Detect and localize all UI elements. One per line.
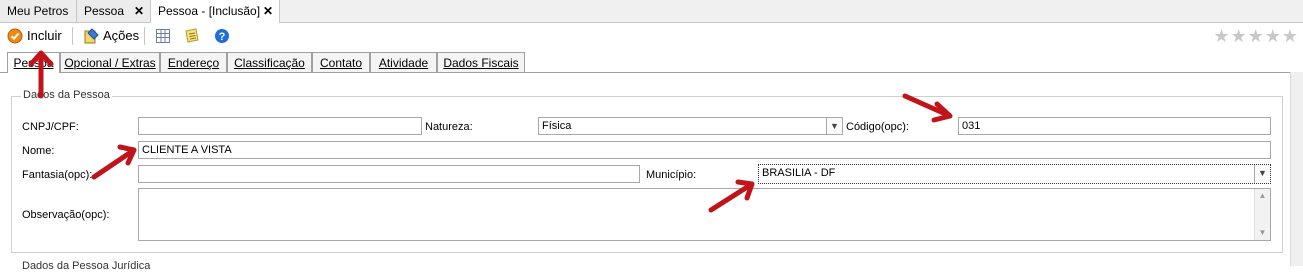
include-button[interactable]: Incluir xyxy=(7,26,62,46)
cnpj-field[interactable] xyxy=(138,117,422,135)
tab-atividade[interactable]: Atividade xyxy=(370,52,437,72)
scroll-up-icon[interactable]: ▲ xyxy=(1255,189,1270,203)
tab-endereco[interactable]: Endereço xyxy=(160,52,227,72)
next-group-title: Dados da Pessoa Jurídica xyxy=(22,260,151,272)
observacao-field[interactable]: ▲ ▼ xyxy=(138,188,1271,241)
svg-text:?: ? xyxy=(219,31,226,43)
document-tab-bar: Meu Petros Pessoa ✕ Pessoa - [Inclusão] … xyxy=(0,0,1303,23)
actions-button[interactable]: Ações xyxy=(83,26,139,46)
fantasia-label: Fantasia(opc): xyxy=(22,169,93,181)
natureza-select[interactable]: Física ▼ xyxy=(538,117,843,135)
municipio-label: Município: xyxy=(646,169,697,181)
close-icon[interactable]: ✕ xyxy=(134,0,144,22)
tab-label: Dados Fiscais xyxy=(443,56,519,70)
tab-pessoa[interactable]: Pessoa xyxy=(7,52,60,73)
doc-tab-pessoa-inclusao[interactable]: Pessoa - [Inclusão] ✕ xyxy=(151,0,280,23)
help-icon[interactable]: ? xyxy=(214,28,230,44)
actions-label: Ações xyxy=(103,28,140,43)
page-scrollbar[interactable] xyxy=(1290,72,1303,266)
scroll-down-icon[interactable]: ▼ xyxy=(1255,226,1270,240)
tab-classificacao[interactable]: Classificação xyxy=(227,52,312,72)
tab-label: Classificação xyxy=(234,56,305,70)
tab-label: Pessoa xyxy=(13,56,54,70)
include-label: Incluir xyxy=(27,28,62,43)
tab-label: Endereço xyxy=(167,56,220,70)
grid-icon[interactable] xyxy=(155,28,171,44)
nome-label: Nome: xyxy=(22,145,55,157)
cnpj-label: CNPJ/CPF: xyxy=(22,121,79,133)
municipio-select[interactable]: BRASILIA - DF ▼ xyxy=(758,164,1271,184)
codigo-label: Código(opc): xyxy=(846,121,909,133)
tab-label: Opcional / Extras xyxy=(64,56,156,70)
doc-tab-meu-petros[interactable]: Meu Petros xyxy=(0,0,77,22)
toolbar: Incluir Ações ? ★★★★★ xyxy=(0,23,1303,49)
municipio-value: BRASILIA - DF xyxy=(762,167,836,179)
observacao-label: Observação(opc): xyxy=(22,209,110,221)
nome-field[interactable]: CLIENTE A VISTA xyxy=(138,141,1271,159)
actions-wand-icon xyxy=(83,28,99,44)
tab-label: Atividade xyxy=(378,56,429,70)
group-title: Dados da Pessoa xyxy=(21,89,112,101)
tab-opcional-extras[interactable]: Opcional / Extras xyxy=(60,52,160,72)
natureza-value: Física xyxy=(542,120,572,132)
tab-dados-fiscais[interactable]: Dados Fiscais xyxy=(437,52,525,72)
doc-tab-label: Pessoa - [Inclusão] xyxy=(158,4,261,18)
toolbar-separator xyxy=(72,27,73,45)
form-tab-bar: Pessoa Opcional / Extras Endereço Classi… xyxy=(0,51,1303,73)
doc-tab-pessoa[interactable]: Pessoa ✕ xyxy=(77,0,151,22)
rating-stars[interactable]: ★★★★★ xyxy=(1213,26,1299,47)
close-icon[interactable]: ✕ xyxy=(263,0,273,22)
memo-scrollbar[interactable]: ▲ ▼ xyxy=(1254,189,1270,240)
toolbar-separator xyxy=(144,27,145,45)
notes-icon[interactable] xyxy=(184,28,200,44)
tab-contato[interactable]: Contato xyxy=(312,52,370,72)
fantasia-field[interactable] xyxy=(138,165,640,183)
tab-label: Contato xyxy=(319,56,363,70)
codigo-field[interactable]: 031 xyxy=(958,117,1271,135)
chevron-down-icon[interactable]: ▼ xyxy=(826,118,842,134)
chevron-down-icon[interactable]: ▼ xyxy=(1254,165,1270,183)
doc-tab-label: Meu Petros xyxy=(7,4,69,18)
check-circle-icon xyxy=(7,28,23,44)
natureza-label: Natureza: xyxy=(425,121,473,133)
doc-tab-label: Pessoa xyxy=(84,4,125,18)
